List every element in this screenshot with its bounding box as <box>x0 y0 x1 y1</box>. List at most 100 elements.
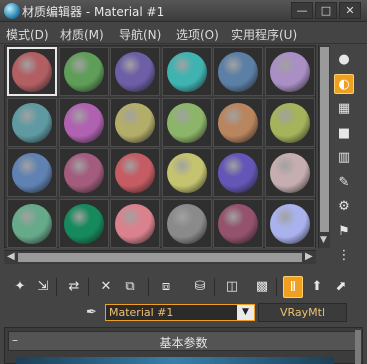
material-sample-sphere <box>63 203 104 244</box>
material-sample-sphere <box>269 52 310 92</box>
sample-slot[interactable] <box>161 198 212 248</box>
menu-mode[interactable]: 模式(D) <box>6 26 49 43</box>
sample-slot[interactable] <box>161 47 212 96</box>
sample-slot[interactable] <box>7 148 57 197</box>
background-icon[interactable]: ▦ <box>334 99 354 119</box>
sample-grid-vertical-scrollbar[interactable]: ▼ <box>318 45 330 248</box>
sample-slot[interactable] <box>110 148 160 197</box>
video-color-check-icon[interactable]: ▥ <box>334 148 354 168</box>
material-sample-sphere <box>12 52 52 92</box>
toolbar-separator <box>214 278 215 296</box>
material-sample-sphere <box>166 153 207 193</box>
show-end-result-icon[interactable]: Ⅱ <box>283 276 303 298</box>
menu-material[interactable]: 材质(M) <box>60 26 104 43</box>
scroll-right-arrow-icon[interactable]: ▶ <box>305 251 313 262</box>
eyedropper-icon[interactable]: ✒ <box>86 305 102 321</box>
menu-options[interactable]: 选项(O) <box>176 26 219 43</box>
sample-uv-tiling-icon[interactable]: ■ <box>334 124 354 144</box>
menu-bar: 模式(D) 材质(M) 导航(N) 选项(O) 实用程序(U) <box>0 22 367 44</box>
sample-slot[interactable] <box>7 47 57 96</box>
sample-slot[interactable] <box>58 198 109 248</box>
material-sample-sphere <box>63 153 104 193</box>
material-sample-sphere <box>166 203 207 244</box>
material-map-navigator-icon[interactable]: ⋮ <box>334 246 354 266</box>
material-name-dropdown-icon[interactable]: ▼ <box>237 305 254 320</box>
horizontal-scroll-thumb[interactable] <box>18 253 302 262</box>
scroll-down-arrow-icon[interactable]: ▼ <box>320 235 327 245</box>
material-sample-sphere <box>269 102 310 143</box>
material-sample-sphere <box>218 102 258 143</box>
sample-type-icon[interactable]: ● <box>334 50 354 70</box>
material-sample-sphere <box>115 102 155 143</box>
sample-slot[interactable] <box>110 47 160 96</box>
sample-slot[interactable] <box>110 97 160 147</box>
rollout-title: 基本参数 <box>159 336 208 350</box>
material-sample-sphere <box>115 52 155 92</box>
material-sample-sphere <box>166 52 207 92</box>
scroll-left-arrow-icon[interactable]: ◀ <box>7 251 15 262</box>
make-unique-icon[interactable]: ⧈ <box>156 276 176 298</box>
material-sample-sphere <box>63 52 104 92</box>
material-id-channel-icon[interactable]: ◫ <box>222 276 242 298</box>
menu-utilities[interactable]: 实用程序(U) <box>231 26 297 43</box>
maximize-button[interactable]: □ <box>315 2 337 19</box>
sample-slot[interactable] <box>161 148 212 197</box>
material-name-field[interactable]: Material #1 <box>105 304 255 321</box>
material-sample-sphere <box>12 203 52 244</box>
sample-slot[interactable] <box>264 97 315 147</box>
sample-slot[interactable] <box>213 148 263 197</box>
options-icon[interactable]: ⚙ <box>334 197 354 217</box>
material-sample-sphere <box>218 203 258 244</box>
toolbar-separator <box>276 278 277 296</box>
minimize-button[interactable]: — <box>291 2 313 19</box>
make-preview-icon[interactable]: ✎ <box>334 173 354 193</box>
window-title: 材质编辑器 - Material #1 <box>22 5 165 19</box>
toolbar-separator <box>56 278 57 296</box>
sample-slot[interactable] <box>58 47 109 96</box>
sample-slot[interactable] <box>161 97 212 147</box>
go-to-parent-icon[interactable]: ⬆ <box>307 276 327 298</box>
copy-material-icon[interactable]: ⧉ <box>120 276 140 298</box>
show-shaded-material-icon[interactable]: ▩ <box>252 276 272 298</box>
backlight-icon[interactable]: ◐ <box>334 74 354 94</box>
material-sample-sphere <box>12 102 52 143</box>
menu-navigation[interactable]: 导航(N) <box>119 26 161 43</box>
material-sample-sphere <box>115 203 155 244</box>
sample-slot[interactable] <box>264 47 315 96</box>
material-sample-sphere <box>166 102 207 143</box>
reset-map-icon[interactable]: ✕ <box>96 276 116 298</box>
sample-slot-grid <box>4 45 316 248</box>
sample-slot[interactable] <box>58 97 109 147</box>
rollout-scroll-thumb[interactable] <box>355 330 361 364</box>
vertical-scroll-thumb[interactable] <box>320 47 329 232</box>
material-type-button[interactable]: VRayMtl <box>258 303 347 322</box>
rollout-content-strip <box>16 357 334 364</box>
sample-slot[interactable] <box>264 198 315 248</box>
sample-slot[interactable] <box>7 97 57 147</box>
material-sample-sphere <box>269 153 310 193</box>
toolbar-separator <box>148 278 149 296</box>
select-by-material-icon[interactable]: ⚑ <box>334 222 354 242</box>
close-button[interactable]: ✕ <box>339 2 361 19</box>
material-editor-app-icon <box>4 3 20 19</box>
go-forward-to-sibling-icon[interactable]: ⬈ <box>331 276 351 298</box>
assign-to-selection-icon[interactable]: ⇄ <box>64 276 84 298</box>
material-sample-sphere <box>218 153 258 193</box>
sample-slot[interactable] <box>264 148 315 197</box>
sample-slot[interactable] <box>213 198 263 248</box>
toolbar-separator <box>88 278 89 296</box>
sample-slot[interactable] <box>58 148 109 197</box>
sample-slot[interactable] <box>7 198 57 248</box>
title-bar: 材质编辑器 - Material #1 — □ ✕ <box>0 0 367 22</box>
get-material-icon[interactable]: ✦ <box>10 276 30 298</box>
put-to-library-icon[interactable]: ⛁ <box>190 276 210 298</box>
sample-grid-horizontal-scrollbar[interactable]: ◀ ▶ <box>4 250 316 264</box>
material-sample-sphere <box>115 153 155 193</box>
material-sample-sphere <box>12 153 52 193</box>
material-sample-sphere <box>218 52 258 92</box>
material-sample-sphere <box>63 102 104 143</box>
put-to-scene-icon[interactable]: ⇲ <box>33 276 53 298</box>
sample-slot[interactable] <box>213 97 263 147</box>
sample-slot[interactable] <box>110 198 160 248</box>
sample-slot[interactable] <box>213 47 263 96</box>
